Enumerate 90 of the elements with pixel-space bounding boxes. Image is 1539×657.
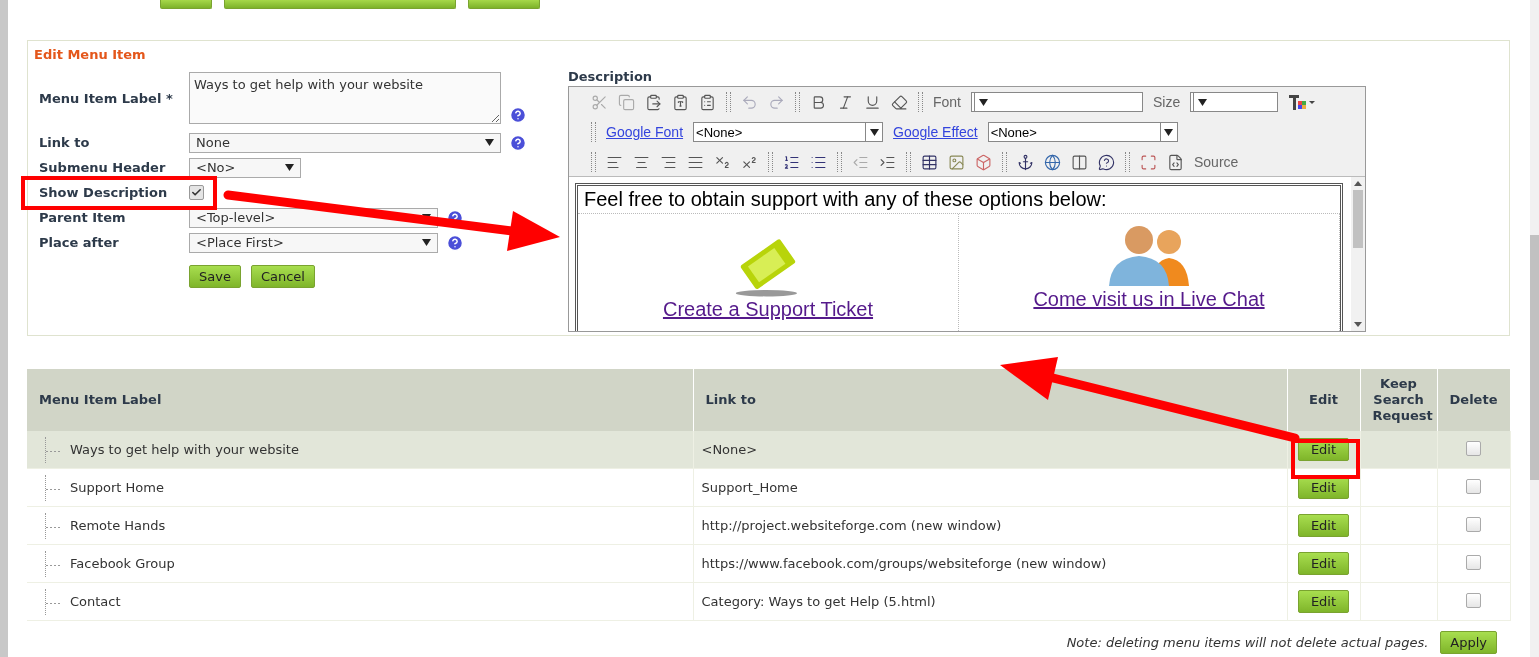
column-header: Delete bbox=[1437, 369, 1510, 431]
table-row[interactable]: Remote Hands http://project.websiteforge.com (new window) Edit bbox=[27, 506, 1510, 545]
delete-checkbox[interactable] bbox=[1466, 478, 1481, 494]
eraser-icon[interactable] bbox=[891, 93, 908, 111]
anchor-icon[interactable] bbox=[1017, 153, 1034, 171]
field-label: Place after bbox=[38, 235, 120, 250]
table-row[interactable]: Contact Category: Ways to get Help (5.html) Edit bbox=[27, 582, 1510, 621]
globe-icon[interactable] bbox=[1044, 153, 1061, 171]
cube-icon[interactable] bbox=[975, 153, 992, 171]
source-label[interactable]: Source bbox=[1194, 154, 1239, 170]
column-header: Link to bbox=[693, 369, 1287, 431]
help-bubble-icon[interactable] bbox=[1098, 153, 1115, 171]
caret-icon bbox=[485, 139, 494, 146]
item-label: Support Home bbox=[70, 480, 164, 495]
field-label: Show Description bbox=[38, 185, 169, 200]
live-chat-link[interactable]: Come visit us in Live Chat bbox=[1033, 288, 1265, 311]
check-icon bbox=[191, 187, 202, 198]
label-textarea[interactable]: Ways to get help with your website bbox=[189, 72, 501, 124]
google-font-combo[interactable]: <None> bbox=[693, 122, 884, 142]
highlight-box bbox=[1291, 439, 1360, 479]
column-header: Edit bbox=[1287, 369, 1360, 431]
editor-scrollbar[interactable] bbox=[1351, 177, 1365, 331]
description-heading: Feel free to obtain support with any of these options below: bbox=[583, 187, 1108, 212]
submenu-select[interactable]: <No> bbox=[189, 157, 301, 178]
note-text: Note: deleting menu items will not delete actual pages. bbox=[1066, 635, 1429, 650]
delete-checkbox[interactable] bbox=[1466, 554, 1481, 570]
paste-text-icon[interactable] bbox=[672, 93, 689, 111]
link-target: http://project.websiteforge.com (new window) bbox=[701, 518, 1002, 533]
italic-icon[interactable] bbox=[837, 93, 854, 111]
google-effect-combo[interactable]: <None> bbox=[987, 122, 1178, 142]
font-combo[interactable] bbox=[971, 92, 1143, 112]
edit-button[interactable]: Edit bbox=[1297, 552, 1350, 575]
google-effect-link[interactable]: Google Effect bbox=[893, 124, 978, 140]
image-icon[interactable] bbox=[948, 153, 965, 171]
scroll-up-icon[interactable] bbox=[1354, 181, 1362, 186]
google-font-link[interactable]: Google Font bbox=[606, 124, 684, 140]
link-select[interactable]: None bbox=[189, 132, 501, 153]
paste-word-icon[interactable] bbox=[699, 93, 716, 111]
size-combo[interactable] bbox=[1190, 92, 1279, 112]
item-label: Ways to get help with your website bbox=[70, 442, 299, 457]
item-label: Contact bbox=[70, 594, 121, 609]
table-row[interactable]: Support Home Support_Home Edit bbox=[27, 468, 1510, 507]
underline-icon[interactable] bbox=[864, 93, 881, 111]
table-row[interactable]: Ways to get help with your website <None> Edit bbox=[27, 431, 1510, 469]
field-label: Parent Item bbox=[38, 210, 127, 225]
delete-checkbox[interactable] bbox=[1466, 516, 1481, 532]
delete-checkbox[interactable] bbox=[1466, 592, 1481, 608]
column-header: Menu Item Label bbox=[27, 369, 693, 431]
link-target: Category: Ways to get Help (5.html) bbox=[701, 594, 936, 609]
panel-title: Edit Menu Item bbox=[34, 47, 147, 62]
editor-label: Description bbox=[568, 69, 654, 84]
apply-button[interactable]: Apply bbox=[1440, 631, 1497, 654]
scroll-down-icon[interactable] bbox=[1354, 322, 1362, 327]
table-icon[interactable] bbox=[921, 153, 938, 171]
edit-button[interactable]: Edit bbox=[1297, 514, 1350, 537]
link-target: https://www.facebook.com/groups/websiteforge (new window) bbox=[701, 556, 1107, 571]
paste-icon[interactable] bbox=[645, 93, 662, 111]
table-row[interactable]: Facebook Group https://www.facebook.com/groups/websiteforge (new window) Edit bbox=[27, 544, 1510, 583]
page-scrollbar[interactable] bbox=[1530, 235, 1539, 480]
source-icon[interactable] bbox=[1167, 153, 1184, 171]
help-icon[interactable] bbox=[446, 233, 464, 252]
caret-icon bbox=[869, 128, 879, 136]
font-label: Font bbox=[933, 94, 961, 110]
item-label: Facebook Group bbox=[70, 556, 175, 571]
column-header: Keep Search Request bbox=[1360, 369, 1437, 431]
cancel-button[interactable]: Cancel bbox=[250, 265, 315, 288]
field-label: Link to bbox=[38, 135, 91, 150]
caret-icon bbox=[285, 164, 294, 171]
caret-icon bbox=[978, 98, 988, 106]
save-button[interactable]: Save bbox=[189, 265, 241, 288]
dropdown-select[interactable]: <Place First> bbox=[189, 232, 438, 253]
size-label: Size bbox=[1153, 94, 1181, 110]
item-label: Remote Hands bbox=[70, 518, 166, 533]
caret-icon bbox=[422, 239, 431, 246]
field-label: Submenu Header bbox=[38, 160, 167, 175]
support-ticket-link[interactable]: Create a Support Ticket bbox=[662, 298, 874, 321]
help-icon[interactable] bbox=[509, 133, 527, 152]
columns-icon[interactable] bbox=[1071, 153, 1088, 171]
field-label: Menu Item Label * bbox=[38, 90, 174, 106]
delete-checkbox[interactable] bbox=[1466, 440, 1481, 456]
maximize-icon[interactable] bbox=[1140, 153, 1157, 171]
caret-icon bbox=[1164, 128, 1174, 136]
caret-icon bbox=[1197, 98, 1207, 106]
link-target: <None> bbox=[701, 442, 758, 457]
edit-button[interactable]: Edit bbox=[1297, 590, 1350, 613]
numbered-list-icon[interactable] bbox=[783, 153, 800, 171]
help-icon[interactable] bbox=[509, 106, 527, 124]
text-color-icon[interactable] bbox=[1288, 93, 1317, 111]
checkbox[interactable] bbox=[189, 185, 204, 200]
link-target: Support_Home bbox=[701, 480, 798, 495]
